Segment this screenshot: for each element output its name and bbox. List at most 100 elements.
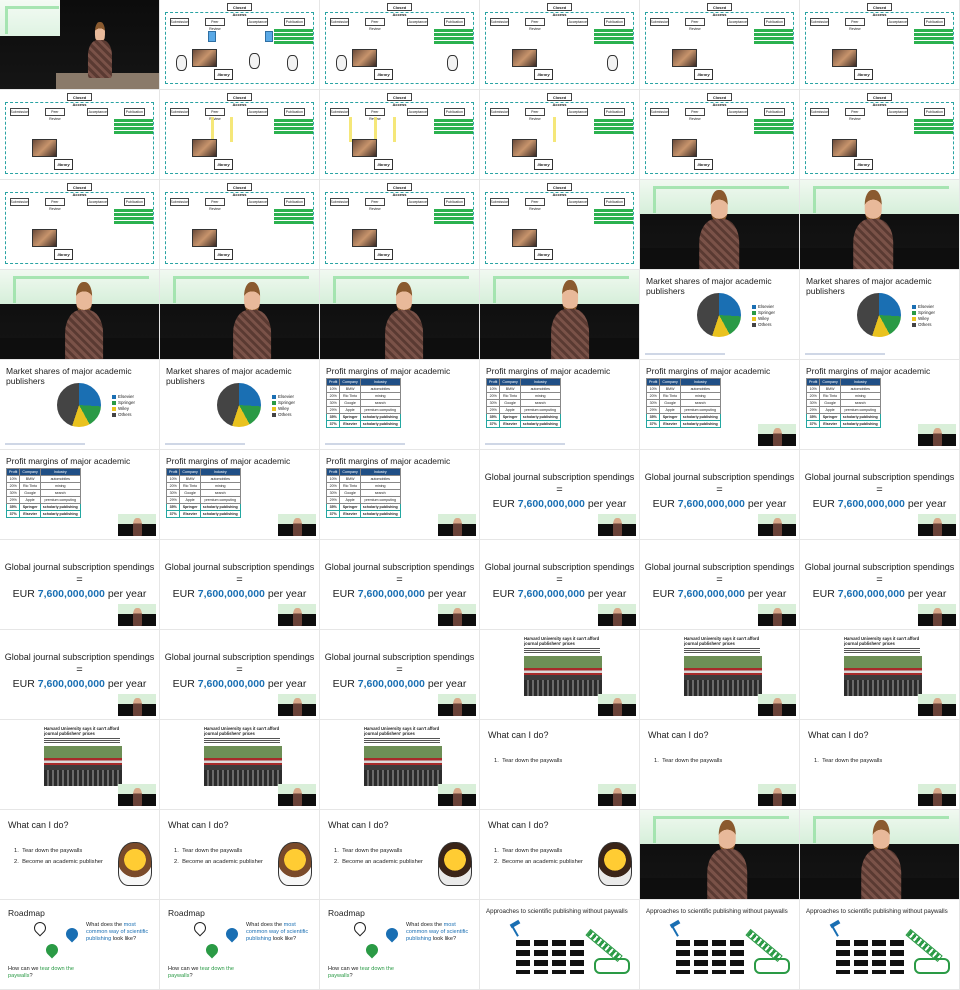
thumb-speaker[interactable]	[0, 270, 160, 360]
map-pin-icon	[383, 925, 401, 943]
slide-title: What can I do?	[8, 820, 69, 830]
news-headline: Harvard University says it can't afford …	[684, 636, 760, 646]
news-photo	[44, 746, 122, 786]
thumb-spending-slide[interactable]: Global journal subscription spendings = …	[0, 630, 160, 720]
thumb-diagram[interactable]: Closed Access Submission Peer Review Acc…	[480, 0, 640, 90]
thumb-todo-slide[interactable]: What can I do? 1. Tear down the paywalls…	[480, 810, 640, 900]
thumb-speaker[interactable]	[320, 270, 480, 360]
news-headline: Harvard University says it can't afford …	[524, 636, 600, 646]
slide-title: Approaches to scientific publishing with…	[646, 908, 788, 915]
thumb-diagram[interactable]: Closed Access Submission Peer Review Acc…	[480, 180, 640, 270]
thumb-spending-slide[interactable]: Global journal subscription spendings = …	[480, 540, 640, 630]
thumb-profit-slide[interactable]: Profit margins of major academic publish…	[480, 360, 640, 450]
thumb-todo-slide[interactable]: What can I do? 1. Tear down the paywalls…	[320, 810, 480, 900]
thumb-spending-slide[interactable]: Global journal subscription spendings = …	[160, 540, 320, 630]
diagram-title: Closed Access	[546, 2, 573, 17]
equals-sign: =	[76, 574, 83, 586]
thumb-roadmap-slide[interactable]: Roadmap What does the most common way of…	[320, 900, 480, 990]
thumb-news-slide[interactable]: Harvard University says it can't afford …	[480, 630, 640, 720]
thumb-pie-slide[interactable]: Market shares of major academic publishe…	[800, 270, 960, 360]
thumb-spending-slide[interactable]: Global journal subscription spendings = …	[320, 540, 480, 630]
diagram-title: Closed Access	[386, 2, 413, 17]
thumb-speaker[interactable]	[800, 180, 960, 270]
speaker-figure	[696, 190, 742, 269]
pie-chart	[216, 382, 262, 428]
speaker-pip	[438, 604, 476, 626]
roadmap-question-1: What does the most common way of scienti…	[406, 922, 469, 942]
slide-title: Global journal subscription spendings	[484, 472, 635, 482]
thumb-roadmap-slide[interactable]: Roadmap What does the most common way of…	[0, 900, 160, 990]
roadmap-question-2: How can we tear down the paywalls?	[168, 966, 234, 979]
equals-sign: =	[556, 574, 563, 586]
thumb-diagram[interactable]: Closed Access Submission Peer Review Acc…	[320, 0, 480, 90]
speaker-pip	[438, 784, 476, 806]
publisher-cartoon	[118, 842, 152, 886]
thumb-spending-slide[interactable]: Global journal subscription spendings = …	[640, 540, 800, 630]
thumb-approach-slide[interactable]: Approaches to scientific publishing with…	[480, 900, 640, 990]
thumb-spending-slide[interactable]: Global journal subscription spendings = …	[800, 450, 960, 540]
thumb-spending-slide[interactable]: Global journal subscription spendings = …	[640, 450, 800, 540]
thumb-diagram[interactable]: Closed Access Submission Peer Review Acc…	[160, 180, 320, 270]
thumb-approach-slide[interactable]: Approaches to scientific publishing with…	[640, 900, 800, 990]
thumb-profit-slide[interactable]: Profit margins of major academic publish…	[320, 360, 480, 450]
thumb-speaker-stage[interactable]	[0, 0, 160, 90]
spending-amount: EUR 7,600,000,000 per year	[652, 588, 787, 600]
profit-table: Profit Company Industry 10% BMW automobiles …	[5, 468, 81, 518]
thumb-diagram[interactable]: Closed Access Submission Peer Review Acc…	[640, 0, 800, 90]
thumb-todo-slide[interactable]: What can I do? 1. Tear down the paywalls	[800, 720, 960, 810]
pie-legend: Elsevier Springer Wiley Others	[912, 304, 935, 328]
thumb-profit-slide[interactable]: Profit margins of major academic publish…	[800, 360, 960, 450]
equals-sign: =	[876, 574, 883, 586]
thumb-diagram[interactable]: Closed Access Submission Peer Review Acc…	[800, 0, 960, 90]
thumb-pie-slide[interactable]: Market shares of major academic publishe…	[0, 360, 160, 450]
thumb-news-slide[interactable]: Harvard University says it can't afford …	[640, 630, 800, 720]
thumb-spending-slide[interactable]: Global journal subscription spendings = …	[480, 450, 640, 540]
thumb-roadmap-slide[interactable]: Roadmap What does the most common way of…	[160, 900, 320, 990]
thumb-diagram-highlight[interactable]: Closed Access Submission Peer Review Acc…	[320, 90, 480, 180]
thumb-speaker[interactable]	[800, 810, 960, 900]
thumb-profit-slide[interactable]: Profit margins of major academic publish…	[0, 450, 160, 540]
slide-title: What can I do?	[808, 730, 869, 740]
todo-list: 1. Tear down the paywalls	[654, 758, 723, 764]
hammer-icon	[508, 922, 522, 936]
equals-sign: =	[236, 574, 243, 586]
publisher-cartoon	[598, 842, 632, 886]
thumb-spending-slide[interactable]: Global journal subscription spendings = …	[160, 630, 320, 720]
thumb-speaker[interactable]	[480, 270, 640, 360]
thumb-news-slide[interactable]: Harvard University says it can't afford …	[160, 720, 320, 810]
speaker-pip	[118, 694, 156, 716]
thumb-spending-slide[interactable]: Global journal subscription spendings = …	[0, 540, 160, 630]
thumb-todo-slide[interactable]: What can I do? 1. Tear down the paywalls	[640, 720, 800, 810]
equals-sign: =	[76, 664, 83, 676]
thumb-diagram[interactable]: Closed Access Submission Peer Review Acc…	[800, 90, 960, 180]
thumb-todo-slide[interactable]: What can I do? 1. Tear down the paywalls…	[0, 810, 160, 900]
thumb-diagram[interactable]: Closed Access Submission Peer Review Acc…	[640, 90, 800, 180]
thumb-diagram-highlight[interactable]: Closed Access Submission Peer Review Acc…	[480, 90, 640, 180]
speaker-pip	[278, 604, 316, 626]
thumb-diagram[interactable]: Closed Access Submission Peer Review Acc…	[160, 0, 320, 90]
thumb-speaker[interactable]	[640, 180, 800, 270]
thumb-diagram-highlight[interactable]: Closed Access Submission Peer Review Acc…	[160, 90, 320, 180]
thumb-news-slide[interactable]: Harvard University says it can't afford …	[800, 630, 960, 720]
thumb-todo-slide[interactable]: What can I do? 1. Tear down the paywalls	[480, 720, 640, 810]
thumb-approach-slide[interactable]: Approaches to scientific publishing with…	[800, 900, 960, 990]
thumb-diagram[interactable]: Closed Access Submission Peer Review Acc…	[0, 180, 160, 270]
thumb-profit-slide[interactable]: Profit margins of major academic publish…	[320, 450, 480, 540]
thumb-todo-slide[interactable]: What can I do? 1. Tear down the paywalls…	[160, 810, 320, 900]
thumb-pie-slide[interactable]: Market shares of major academic publishe…	[640, 270, 800, 360]
thumb-news-slide[interactable]: Harvard University says it can't afford …	[0, 720, 160, 810]
thumb-speaker[interactable]	[160, 270, 320, 360]
thumb-speaker[interactable]	[640, 810, 800, 900]
thumb-news-slide[interactable]: Harvard University says it can't afford …	[320, 720, 480, 810]
thumb-spending-slide[interactable]: Global journal subscription spendings = …	[800, 540, 960, 630]
thumb-diagram[interactable]: Closed Access Submission Peer Review Acc…	[0, 90, 160, 180]
thumb-pie-slide[interactable]: Market shares of major academic publishe…	[160, 360, 320, 450]
thumb-profit-slide[interactable]: Profit margins of major academic publish…	[160, 450, 320, 540]
thumb-spending-slide[interactable]: Global journal subscription spendings = …	[320, 630, 480, 720]
thumb-diagram[interactable]: Closed Access Submission Peer Review Acc…	[320, 180, 480, 270]
speaker-pip	[598, 514, 636, 536]
thumb-profit-slide[interactable]: Profit margins of major academic publish…	[640, 360, 800, 450]
flow-border	[164, 192, 315, 264]
todo-list: 1. Tear down the paywalls	[494, 758, 563, 764]
speaker-figure	[62, 282, 106, 359]
